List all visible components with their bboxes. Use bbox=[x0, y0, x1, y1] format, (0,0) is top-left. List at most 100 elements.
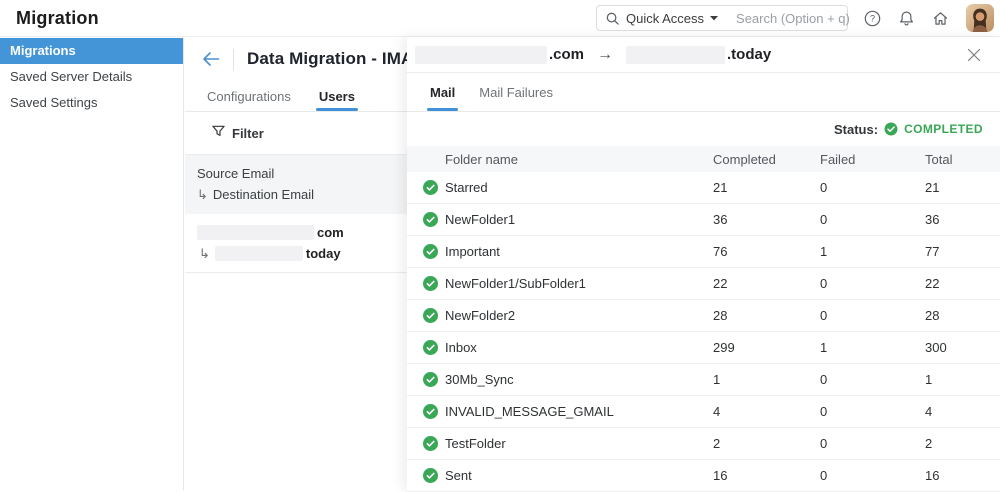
destination-hook-arrow-icon: ↳ bbox=[199, 247, 210, 260]
folder-name: NewFolder1 bbox=[445, 212, 713, 227]
success-check-icon bbox=[407, 404, 445, 419]
table-row: NewFolder1/SubFolder1 22 0 22 bbox=[407, 268, 1000, 300]
notifications-bell-icon[interactable] bbox=[896, 8, 916, 28]
success-check-icon bbox=[407, 180, 445, 195]
destination-email-suffix: today bbox=[306, 246, 341, 261]
tab-mail[interactable]: Mail bbox=[430, 73, 455, 111]
total-value: 77 bbox=[925, 244, 1000, 259]
sidebar-item-migrations[interactable]: Migrations bbox=[0, 38, 183, 64]
success-check-icon bbox=[407, 212, 445, 227]
global-search-box[interactable]: Quick Access Search (Option + q) bbox=[596, 5, 848, 31]
app-title: Migration bbox=[16, 8, 99, 29]
folder-name: NewFolder2 bbox=[445, 308, 713, 323]
status-row: Status: COMPLETED bbox=[407, 112, 1000, 146]
sidebar-item-saved-settings[interactable]: Saved Settings bbox=[0, 90, 183, 116]
filter-funnel-icon bbox=[212, 125, 225, 141]
migration-detail-panel: .com → .today Mail Mail Failures Status:… bbox=[407, 37, 1000, 490]
sidebar-item-saved-server-details[interactable]: Saved Server Details bbox=[0, 64, 183, 90]
failed-value: 1 bbox=[820, 244, 925, 259]
destination-email-label: Destination Email bbox=[213, 184, 314, 205]
table-row: INVALID_MESSAGE_GMAIL 4 0 4 bbox=[407, 396, 1000, 428]
table-row: NewFolder2 28 0 28 bbox=[407, 300, 1000, 332]
redacted-destination-email bbox=[215, 246, 303, 261]
status-completed-badge-icon bbox=[884, 122, 898, 136]
folder-name: Important bbox=[445, 244, 713, 259]
failed-value: 0 bbox=[820, 180, 925, 195]
total-value: 22 bbox=[925, 276, 1000, 291]
table-row: Starred 21 0 21 bbox=[407, 172, 1000, 204]
folder-table-header: Folder name Completed Failed Total bbox=[407, 146, 1000, 172]
sidebar: Migrations Saved Server Details Saved Se… bbox=[0, 37, 184, 490]
help-icon[interactable]: ? bbox=[862, 8, 882, 28]
quick-access-label[interactable]: Quick Access bbox=[626, 11, 704, 26]
chevron-down-icon[interactable] bbox=[710, 16, 718, 21]
completed-value: 21 bbox=[713, 180, 820, 195]
completed-value: 36 bbox=[713, 212, 820, 227]
mapping-arrow-icon: → bbox=[597, 46, 613, 64]
redacted-source-email bbox=[415, 46, 547, 64]
header-divider bbox=[233, 49, 234, 70]
failed-value: 0 bbox=[820, 404, 925, 419]
total-value: 300 bbox=[925, 340, 1000, 355]
column-folder-name: Folder name bbox=[445, 152, 713, 167]
table-row: TestFolder 2 0 2 bbox=[407, 428, 1000, 460]
completed-value: 4 bbox=[713, 404, 820, 419]
tab-users[interactable]: Users bbox=[319, 81, 355, 111]
page-title: Data Migration - IMAP bbox=[247, 49, 425, 69]
total-value: 28 bbox=[925, 308, 1000, 323]
search-input[interactable]: Search (Option + q) bbox=[736, 11, 850, 26]
migration-app-page: Migration Quick Access Search (Option + … bbox=[0, 0, 1000, 490]
redacted-source-email bbox=[197, 225, 314, 240]
user-avatar[interactable] bbox=[966, 4, 994, 32]
folder-table-body: Starred 21 0 21 NewFolder1 36 0 36 Impor… bbox=[407, 172, 1000, 492]
close-icon[interactable] bbox=[965, 46, 983, 64]
failed-value: 0 bbox=[820, 372, 925, 387]
tab-configurations[interactable]: Configurations bbox=[207, 81, 291, 111]
success-check-icon bbox=[407, 308, 445, 323]
table-row: Important 76 1 77 bbox=[407, 236, 1000, 268]
total-value: 1 bbox=[925, 372, 1000, 387]
column-completed: Completed bbox=[713, 152, 820, 167]
destination-hook-arrow-icon: ↳ bbox=[197, 188, 208, 201]
topbar: Migration Quick Access Search (Option + … bbox=[0, 0, 1000, 37]
source-email-suffix: .com bbox=[549, 46, 584, 63]
success-check-icon bbox=[407, 468, 445, 483]
topbar-right: Quick Access Search (Option + q) ? bbox=[596, 4, 994, 32]
source-email-suffix: com bbox=[317, 225, 344, 240]
failed-value: 0 bbox=[820, 468, 925, 483]
column-failed: Failed bbox=[820, 152, 925, 167]
column-total: Total bbox=[925, 152, 1000, 167]
failed-value: 1 bbox=[820, 340, 925, 355]
completed-value: 76 bbox=[713, 244, 820, 259]
filter-label: Filter bbox=[232, 126, 264, 141]
detail-header: .com → .today bbox=[407, 37, 1000, 73]
total-value: 16 bbox=[925, 468, 1000, 483]
table-row: Sent 16 0 16 bbox=[407, 460, 1000, 492]
success-check-icon bbox=[407, 276, 445, 291]
total-value: 2 bbox=[925, 436, 1000, 451]
folder-name: Starred bbox=[445, 180, 713, 195]
completed-value: 1 bbox=[713, 372, 820, 387]
home-icon[interactable] bbox=[930, 8, 950, 28]
svg-text:?: ? bbox=[869, 13, 874, 24]
status-badge: COMPLETED bbox=[904, 122, 983, 136]
detail-tabs: Mail Mail Failures bbox=[407, 73, 1000, 112]
folder-name: Inbox bbox=[445, 340, 713, 355]
completed-value: 299 bbox=[713, 340, 820, 355]
success-check-icon bbox=[407, 372, 445, 387]
failed-value: 0 bbox=[820, 212, 925, 227]
destination-email-suffix: .today bbox=[727, 46, 771, 63]
total-value: 21 bbox=[925, 180, 1000, 195]
search-icon bbox=[606, 11, 619, 25]
failed-value: 0 bbox=[820, 436, 925, 451]
folder-name: INVALID_MESSAGE_GMAIL bbox=[445, 404, 713, 419]
failed-value: 0 bbox=[820, 308, 925, 323]
back-arrow-icon[interactable] bbox=[202, 51, 220, 67]
folder-name: NewFolder1/SubFolder1 bbox=[445, 276, 713, 291]
redacted-destination-email bbox=[626, 46, 725, 64]
tab-mail-failures[interactable]: Mail Failures bbox=[479, 73, 553, 111]
folder-name: 30Mb_Sync bbox=[445, 372, 713, 387]
folder-name: TestFolder bbox=[445, 436, 713, 451]
success-check-icon bbox=[407, 340, 445, 355]
completed-value: 28 bbox=[713, 308, 820, 323]
